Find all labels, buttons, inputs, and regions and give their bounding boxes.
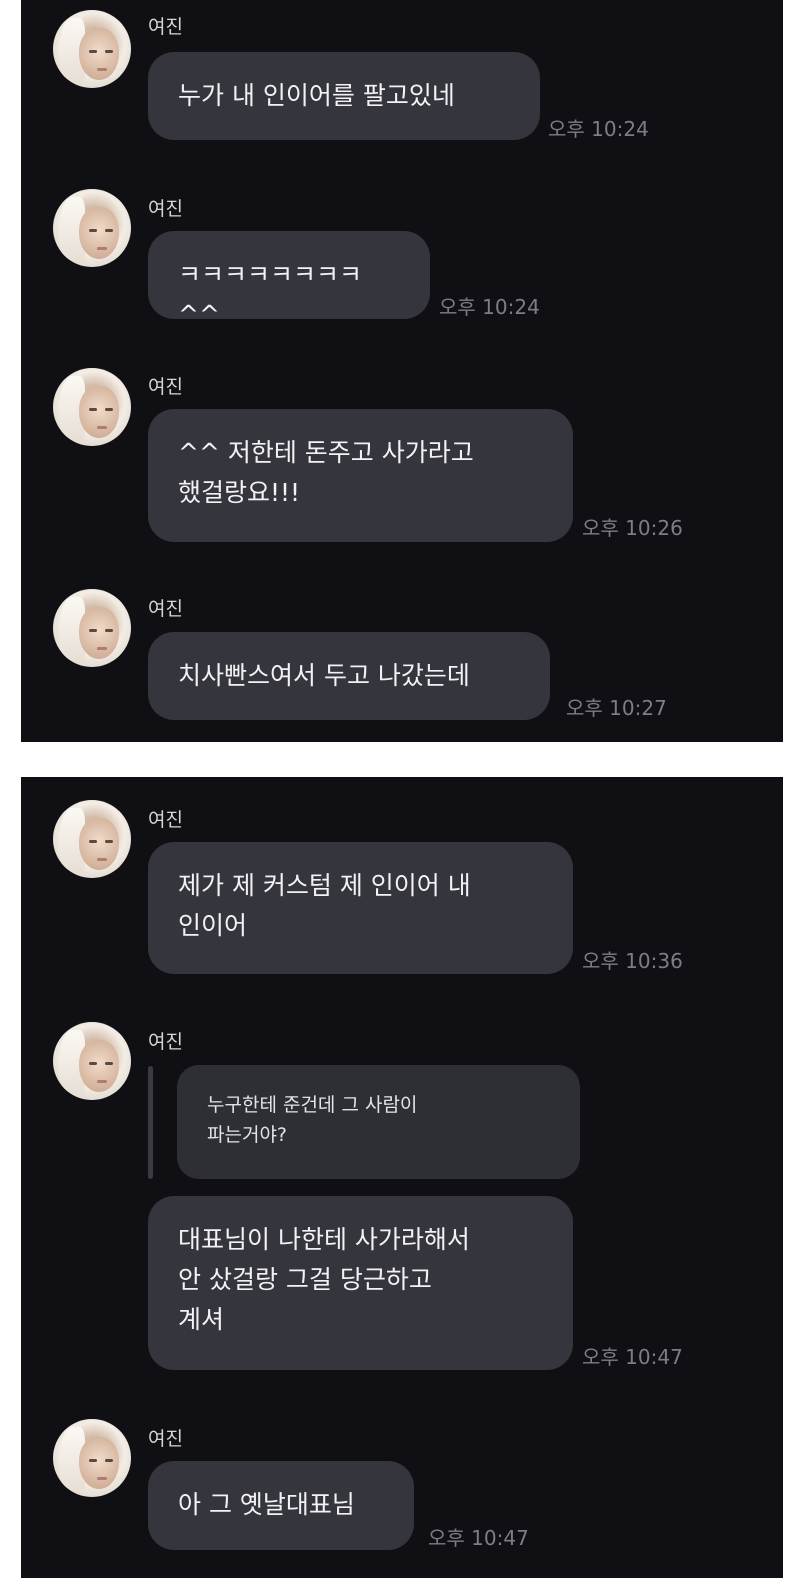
message-timestamp: 오후 10:47 bbox=[428, 1526, 529, 1550]
reply-quote-bubble[interactable]: 누구한테 준건데 그 사람이 파는거야? bbox=[177, 1065, 580, 1179]
message-bubble[interactable]: 대표님이 나한테 사가라해서 안 샀걸랑 그걸 당근하고 계셔 bbox=[148, 1196, 573, 1370]
sender-name: 여진 bbox=[148, 376, 183, 398]
sender-name: 여진 bbox=[148, 16, 183, 38]
avatar[interactable] bbox=[53, 589, 131, 667]
quote-text-line: 누구한테 준건데 그 사람이 bbox=[207, 1094, 418, 1116]
message-text-line: 인이어 bbox=[178, 911, 248, 940]
message-text-line: ^^ 저한테 돈주고 사가라고 bbox=[178, 438, 474, 467]
message-bubble[interactable]: 제가 제 커스텀 제 인이어 내 인이어 bbox=[148, 842, 573, 974]
sender-name: 여진 bbox=[148, 198, 183, 220]
avatar[interactable] bbox=[53, 1419, 131, 1497]
sender-name: 여진 bbox=[148, 1031, 183, 1053]
message-timestamp: 오후 10:24 bbox=[548, 117, 649, 141]
message-text: 아 그 옛날대표님 bbox=[178, 1490, 355, 1519]
avatar[interactable] bbox=[53, 189, 131, 267]
chat-panel-2: 여진 제가 제 커스텀 제 인이어 내 인이어 오후 10:36 여진 누구한테… bbox=[21, 777, 783, 1578]
avatar[interactable] bbox=[53, 10, 131, 88]
sender-name: 여진 bbox=[148, 1428, 183, 1450]
message-bubble[interactable]: ㅋㅋㅋㅋㅋㅋㅋㅋ^^ bbox=[148, 231, 430, 329]
message-bubble[interactable]: 아 그 옛날대표님 bbox=[148, 1461, 414, 1550]
quote-text-line: 파는거야? bbox=[207, 1124, 288, 1146]
message-text-line: 제가 제 커스텀 제 인이어 내 bbox=[178, 871, 471, 900]
message-text: 누가 내 인이어를 팔고있네 bbox=[178, 81, 455, 110]
avatar[interactable] bbox=[53, 1022, 131, 1100]
message-bubble[interactable]: 치사빤스여서 두고 나갔는데 bbox=[148, 632, 550, 720]
message-timestamp: 오후 10:26 bbox=[582, 516, 683, 540]
message-text-line: 계셔 bbox=[178, 1305, 225, 1334]
avatar[interactable] bbox=[53, 800, 131, 878]
message-timestamp: 오후 10:24 bbox=[439, 295, 540, 319]
message-text-line: 했걸랑요!!! bbox=[178, 478, 301, 507]
chat-panel-1: 여진 누가 내 인이어를 팔고있네 오후 10:24 여진 ㅋㅋㅋㅋㅋㅋㅋㅋ^^… bbox=[21, 0, 783, 742]
message-text: 치사빤스여서 두고 나갔는데 bbox=[178, 661, 470, 690]
message-bubble[interactable]: 누가 내 인이어를 팔고있네 bbox=[148, 52, 540, 140]
message-timestamp: 오후 10:36 bbox=[582, 949, 683, 973]
message-text-line: 안 샀걸랑 그걸 당근하고 bbox=[178, 1265, 432, 1294]
message-text: ㅋㅋㅋㅋㅋㅋㅋㅋ^^ bbox=[178, 260, 363, 329]
message-bubble[interactable]: ^^ 저한테 돈주고 사가라고 했걸랑요!!! bbox=[148, 409, 573, 542]
message-text-line: 대표님이 나한테 사가라해서 bbox=[178, 1225, 470, 1254]
reply-quote-bar bbox=[148, 1066, 153, 1179]
sender-name: 여진 bbox=[148, 809, 183, 831]
avatar[interactable] bbox=[53, 368, 131, 446]
message-timestamp: 오후 10:47 bbox=[582, 1345, 683, 1369]
sender-name: 여진 bbox=[148, 598, 183, 620]
message-timestamp: 오후 10:27 bbox=[566, 696, 667, 720]
